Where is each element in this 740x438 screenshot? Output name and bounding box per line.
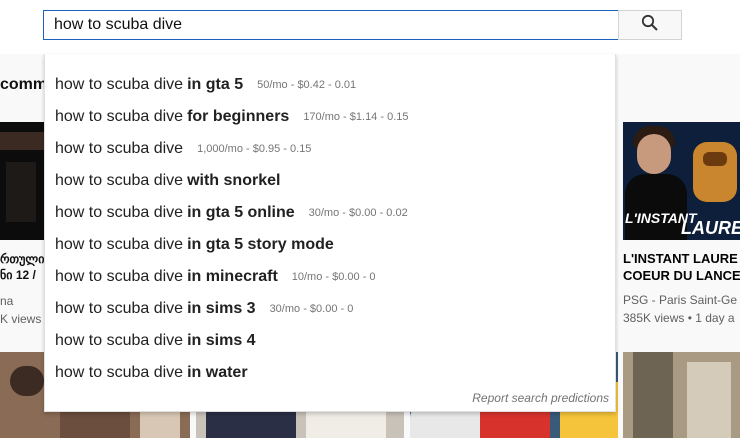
keyword-stats: 30/mo - $0.00 - 0.02: [308, 207, 408, 219]
view-count-right: 385K views • 1 day a: [623, 311, 735, 325]
suggestion-suffix: with snorkel: [187, 172, 281, 189]
keyword-stats: 50/mo - $0.42 - 0.01: [257, 79, 357, 91]
suggestion-suffix: in gta 5: [187, 76, 244, 93]
video-title-right-line1: L'INSTANT LAURE: [623, 251, 738, 266]
suggestion-item[interactable]: how to scuba dive in gta 5 50/mo - $0.42…: [45, 69, 615, 101]
keyword-stats: 30/mo - $0.00 - 0: [269, 303, 354, 315]
suggestion-base: how to scuba dive: [55, 140, 184, 157]
suggestion-item[interactable]: how to scuba dive in sims 3 30/mo - $0.0…: [45, 293, 615, 325]
channel-name-left[interactable]: na: [0, 294, 13, 308]
suggestion-suffix: in gta 5 online: [187, 204, 295, 221]
suggestion-suffix: in gta 5 story mode: [187, 236, 334, 253]
keyword-stats: 1,000/mo - $0.95 - 0.15: [197, 143, 312, 155]
suggestion-suffix: in sims 4: [187, 332, 256, 349]
masthead: [0, 0, 740, 54]
suggestion-item[interactable]: how to scuba dive 1,000/mo - $0.95 - 0.1…: [45, 133, 615, 165]
suggestion-base: how to scuba dive: [55, 236, 184, 253]
video-title-left-line1[interactable]: რთული: [0, 252, 44, 266]
suggestion-suffix: for beginners: [187, 108, 290, 125]
channel-name-right[interactable]: PSG - Paris Saint-Ge: [623, 293, 737, 307]
keyword-stats: 10/mo - $0.00 - 0: [291, 271, 376, 283]
suggestion-base: how to scuba dive: [55, 332, 184, 349]
thumbnail-caption-2: LAURE: [681, 218, 740, 238]
suggestion-item[interactable]: how to scuba dive in minecraft 10/mo - $…: [45, 261, 615, 293]
suggestion-base: how to scuba dive: [55, 172, 184, 189]
suggestion-base: how to scuba dive: [55, 76, 184, 93]
search-icon: [641, 14, 659, 37]
suggestion-base: how to scuba dive: [55, 364, 184, 381]
view-count-left: K views: [0, 312, 42, 326]
search-button[interactable]: [618, 10, 682, 40]
video-thumbnail-row2-4[interactable]: [623, 352, 740, 438]
suggestion-item[interactable]: how to scuba dive with snorkel: [45, 165, 615, 197]
suggestion-item[interactable]: how to scuba dive in gta 5 online 30/mo …: [45, 197, 615, 229]
suggestion-base: how to scuba dive: [55, 204, 184, 221]
report-search-predictions-link[interactable]: Report search predictions: [472, 391, 609, 405]
section-title: comm: [0, 76, 48, 93]
search-suggestions-dropdown: how to scuba dive in gta 5 50/mo - $0.42…: [44, 54, 616, 412]
suggestion-base: how to scuba dive: [55, 268, 184, 285]
video-title-left-line2[interactable]: ნი 12 /: [0, 268, 36, 282]
keyword-stats: 170/mo - $1.14 - 0.15: [303, 111, 409, 123]
suggestion-item[interactable]: how to scuba dive in sims 4: [45, 325, 615, 357]
video-title-right[interactable]: L'INSTANT LAURE COEUR DU LANCER: [623, 250, 740, 284]
suggestion-item[interactable]: how to scuba dive for beginners 170/mo -…: [45, 101, 615, 133]
search-input[interactable]: [43, 10, 620, 40]
suggestion-item[interactable]: how to scuba dive in gta 5 story mode: [45, 229, 615, 261]
video-thumbnail-left[interactable]: [0, 122, 44, 240]
suggestion-suffix: in sims 3: [187, 300, 256, 317]
suggestion-suffix: in minecraft: [187, 268, 278, 285]
suggestion-base: how to scuba dive: [55, 300, 184, 317]
video-title-right-line2: COEUR DU LANCER: [623, 268, 740, 283]
video-thumbnail-right[interactable]: L'INSTANT LAURE: [623, 122, 740, 240]
suggestion-item[interactable]: how to scuba dive in water: [45, 357, 615, 389]
suggestion-base: how to scuba dive: [55, 108, 184, 125]
suggestion-suffix: in water: [187, 364, 248, 381]
